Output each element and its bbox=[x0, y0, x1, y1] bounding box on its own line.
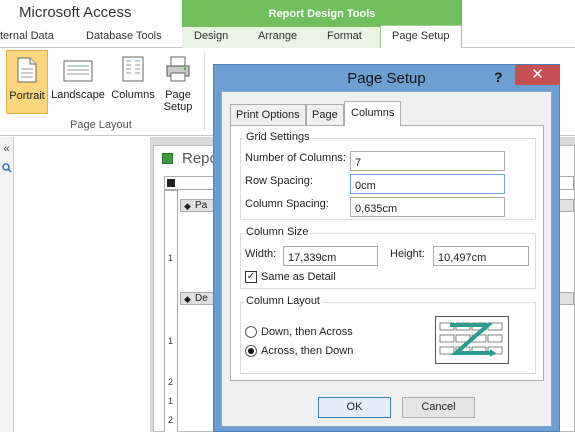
group-separator bbox=[204, 52, 205, 130]
ruler-mark: 1 bbox=[168, 253, 174, 263]
across-then-down-label[interactable]: Across, then Down bbox=[261, 345, 353, 357]
section-arrow-icon: ◆ bbox=[184, 294, 191, 304]
ribbon-tabs: ternal Data Database Tools Design Arrang… bbox=[0, 25, 575, 48]
grid-settings-legend: Grid Settings bbox=[244, 131, 312, 143]
row-spacing-label: Row Spacing: bbox=[245, 175, 313, 187]
tab-page-setup[interactable]: Page Setup bbox=[380, 25, 462, 48]
num-columns-input[interactable] bbox=[350, 151, 505, 171]
columns-label: Columns bbox=[111, 89, 155, 101]
ruler-mark: 1 bbox=[168, 336, 174, 346]
row-spacing-input[interactable] bbox=[350, 174, 505, 194]
portrait-button[interactable]: Portrait bbox=[6, 50, 48, 114]
tab-print-options[interactable]: Print Options bbox=[230, 104, 306, 125]
radio-dot bbox=[248, 348, 254, 354]
tab-arrange[interactable]: Arrange bbox=[258, 30, 297, 42]
detail-label: De bbox=[195, 293, 208, 304]
tab-page[interactable]: Page bbox=[306, 104, 344, 125]
report-icon bbox=[162, 153, 173, 164]
across-then-down-radio[interactable] bbox=[245, 345, 257, 357]
landscape-button[interactable]: Landscape bbox=[51, 50, 105, 114]
column-size-group: Column Size Width: Height: ✓ Same as Det… bbox=[240, 226, 536, 289]
columns-button[interactable]: Columns bbox=[110, 50, 156, 114]
column-spacing-input[interactable] bbox=[350, 197, 505, 217]
tab-database-tools[interactable]: Database Tools bbox=[86, 30, 162, 42]
dialog-title: Page Setup bbox=[347, 70, 426, 87]
page-setup-label-line2: Setup bbox=[163, 101, 193, 113]
portrait-icon bbox=[17, 57, 37, 86]
width-input[interactable] bbox=[283, 246, 378, 266]
columns-panel: Grid Settings Number of Columns: Row Spa… bbox=[230, 125, 544, 381]
height-input[interactable] bbox=[433, 246, 529, 266]
same-as-detail-checkbox[interactable]: ✓ bbox=[245, 271, 257, 283]
page-setup-label: Page Setup bbox=[158, 89, 198, 113]
tab-format[interactable]: Format bbox=[327, 30, 362, 42]
landscape-icon bbox=[63, 60, 93, 85]
width-label: Width: bbox=[245, 248, 277, 260]
grid-settings-group: Grid Settings Number of Columns: Row Spa… bbox=[240, 131, 536, 220]
column-size-legend: Column Size bbox=[244, 226, 311, 238]
portrait-label: Portrait bbox=[9, 90, 45, 102]
column-layout-preview-icon bbox=[435, 316, 509, 364]
close-button[interactable]: ✕ bbox=[515, 65, 560, 85]
ruler-mark: 2 bbox=[168, 415, 174, 425]
app-title-area: Microsoft Access bbox=[0, 0, 182, 27]
vertical-ruler: 1 1 2 1 2 3 bbox=[164, 190, 178, 432]
search-icon[interactable] bbox=[0, 163, 13, 179]
column-layout-legend: Column Layout bbox=[244, 295, 322, 307]
column-spacing-label: Column Spacing: bbox=[245, 198, 329, 210]
height-label: Height: bbox=[390, 248, 425, 260]
nav-pane-area bbox=[14, 137, 150, 432]
tab-columns[interactable]: Columns bbox=[344, 101, 402, 126]
ok-button[interactable]: OK bbox=[318, 397, 391, 418]
dialog-body: Print Options Page Columns Grid Settings… bbox=[221, 91, 552, 427]
page-setup-dialog: Page Setup ? ✕ Print Options Page Column… bbox=[213, 64, 560, 432]
down-then-across-radio[interactable] bbox=[245, 326, 257, 338]
group-label-page-layout: Page Layout bbox=[70, 119, 132, 131]
column-layout-group: Column Layout Down, then Across Across, … bbox=[240, 295, 536, 374]
help-icon[interactable]: ? bbox=[494, 69, 503, 85]
same-as-detail-label[interactable]: Same as Detail bbox=[261, 271, 336, 283]
page-header-label: Pa bbox=[195, 200, 208, 211]
app-title: Microsoft Access bbox=[19, 4, 132, 21]
tab-external-data[interactable]: ternal Data bbox=[0, 30, 54, 42]
num-columns-label: Number of Columns: bbox=[245, 152, 346, 164]
page-setup-label-line1: Page bbox=[165, 89, 191, 101]
ruler-mark: 1 bbox=[168, 396, 174, 406]
page-setup-button[interactable]: Page Setup bbox=[158, 50, 198, 114]
navigation-pane-collapsed: « bbox=[0, 137, 14, 432]
cancel-button[interactable]: Cancel bbox=[402, 397, 475, 418]
title-bar-right bbox=[462, 0, 575, 27]
context-tab-label: Report Design Tools bbox=[268, 8, 376, 20]
context-tab-header: Report Design Tools bbox=[182, 0, 462, 27]
section-arrow-icon: ◆ bbox=[184, 201, 191, 211]
report-selector[interactable] bbox=[167, 179, 175, 187]
ruler-mark: 2 bbox=[168, 377, 174, 387]
tab-design[interactable]: Design bbox=[194, 30, 228, 42]
expand-chevrons-icon[interactable]: « bbox=[0, 143, 13, 159]
columns-icon bbox=[122, 56, 144, 85]
printer-icon bbox=[165, 56, 191, 85]
landscape-label: Landscape bbox=[51, 89, 105, 101]
down-then-across-label[interactable]: Down, then Across bbox=[261, 326, 353, 338]
